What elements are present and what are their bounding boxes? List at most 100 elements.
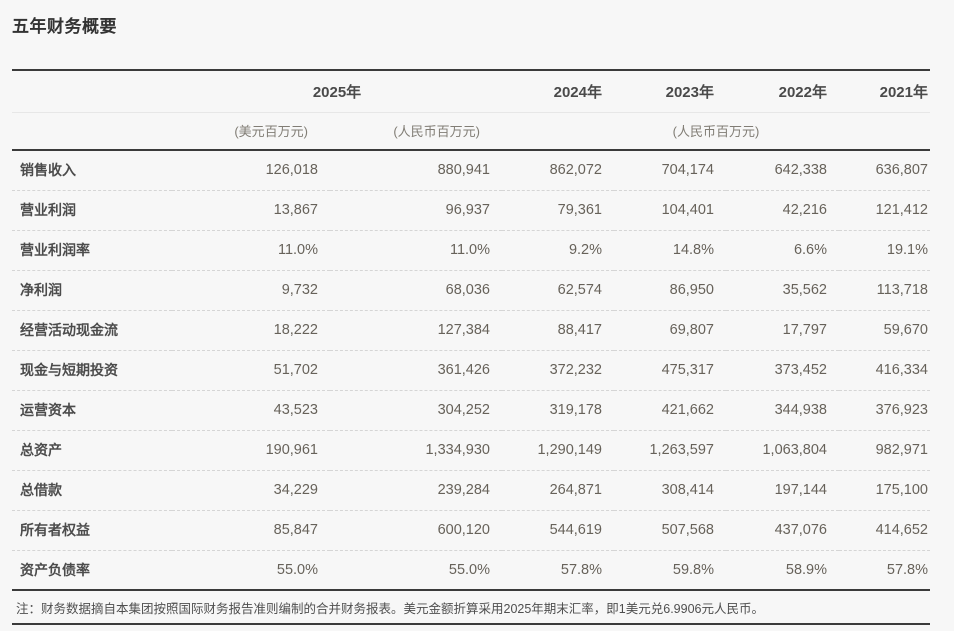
table-row-owners-equity: 所有者权益 85,847 600,120 544,619 507,568 437… [12, 509, 930, 550]
five-year-financial-table: 2025年 2024年 2023年 2022年 2021年 (美元百万元) (人… [12, 69, 930, 625]
footnote: 注：财务数据摘自本集团按照国际财务报告准则编制的合并财务报表。美元金额折算采用2… [12, 589, 930, 625]
page-title: 五年财务概要 [12, 17, 117, 36]
metric-value: 197,144 [726, 469, 839, 510]
metric-value: 126,018 [265, 162, 318, 179]
table-row-total-assets: 总资产 190,961 1,334,930 1,290,149 1,263,59… [12, 429, 930, 470]
metric-value: 11.0% [172, 229, 330, 270]
metric-label: 销售收入 [20, 162, 76, 179]
metric-label: 运营资本 [12, 389, 172, 430]
metric-value: 57.8% [839, 549, 930, 590]
metric-value: 35,562 [726, 269, 839, 310]
metric-value: 69,807 [614, 309, 726, 350]
table-row-operating-profit: 营业利润 13,867 96,937 79,361 104,401 42,216… [12, 189, 930, 230]
corner-cell [12, 112, 172, 151]
metric-value: 34,229 [172, 469, 330, 510]
year-header-2023: 2023年 [614, 70, 726, 113]
metric-value: 319,178 [502, 389, 614, 430]
metric-value: 507,568 [614, 509, 726, 550]
metric-value: 1,290,149 [502, 429, 614, 470]
metric-value: 9,732 [172, 269, 330, 310]
table-footer: 注：财务数据摘自本集团按照国际财务报告准则编制的合并财务报表。美元金额折算采用2… [12, 589, 930, 625]
metric-value: 42,216 [726, 189, 839, 230]
metric-value: 17,797 [726, 309, 839, 350]
metric-value: 104,401 [614, 189, 726, 230]
metric-value: 544,619 [502, 509, 614, 550]
year-header-2021: 2021年 [839, 70, 930, 113]
page: 五年财务概要 2025年 2024年 2023年 2022年 2021年 (美元… [0, 0, 954, 625]
table-row-operating-margin: 营业利润率 11.0% 11.0% 9.2% 14.8% 6.6% 19.1% [12, 229, 930, 270]
metric-value: 6.6% [726, 229, 839, 270]
table-row-debt-ratio: 资产负债率 55.0% 55.0% 57.8% 59.8% 58.9% 57.8… [12, 549, 930, 590]
metric-value: 55.0% [172, 549, 330, 590]
metric-value: 55.0% [330, 549, 502, 590]
metric-value: 9.2% [502, 229, 614, 270]
metric-value: 636,807 [875, 162, 928, 179]
metric-value: 704,174 [661, 162, 714, 179]
metric-value: 68,036 [330, 269, 502, 310]
metric-value: 880,941 [437, 162, 490, 179]
metric-value: 421,662 [614, 389, 726, 430]
metric-value: 361,426 [330, 349, 502, 390]
table-row-net-profit: 净利润 9,732 68,036 62,574 86,950 35,562 11… [12, 269, 930, 310]
year-header-2025: 2025年 [172, 70, 502, 113]
metric-label: 营业利润率 [12, 229, 172, 270]
table-row-working-capital: 运营资本 43,523 304,252 319,178 421,662 344,… [12, 389, 930, 430]
metric-value: 59,670 [839, 309, 930, 350]
year-header-2022: 2022年 [726, 70, 839, 113]
metric-value: 88,417 [502, 309, 614, 350]
metric-value: 58.9% [726, 549, 839, 590]
metric-value: 600,120 [330, 509, 502, 550]
metric-value: 85,847 [172, 509, 330, 550]
metric-value: 57.8% [502, 549, 614, 590]
table-row-total-borrowings: 总借款 34,229 239,284 264,871 308,414 197,1… [12, 469, 930, 510]
metric-value: 239,284 [330, 469, 502, 510]
metric-value: 19.1% [839, 229, 930, 270]
metric-value: 304,252 [330, 389, 502, 430]
table-row-operating-cash-flow: 经营活动现金流 18,222 127,384 88,417 69,807 17,… [12, 309, 930, 350]
metric-value: 264,871 [502, 469, 614, 510]
unit-header-rmb-prior-years: (人民币百万元) [502, 112, 930, 151]
metric-value: 190,961 [172, 429, 330, 470]
metric-value: 308,414 [614, 469, 726, 510]
table-header: 2025年 2024年 2023年 2022年 2021年 (美元百万元) (人… [12, 70, 930, 151]
unit-header-rmb-2025: (人民币百万元) [330, 112, 502, 151]
corner-cell [12, 70, 172, 113]
metric-label: 总资产 [12, 429, 172, 470]
metric-value: 1,063,804 [726, 429, 839, 470]
metric-value: 175,100 [839, 469, 930, 510]
table-body: 销售收入 126,018 880,941 862,072 704,174 642… [12, 150, 930, 590]
metric-value: 1,263,597 [614, 429, 726, 470]
metric-value: 862,072 [549, 162, 602, 179]
metric-label: 经营活动现金流 [12, 309, 172, 350]
metric-value: 373,452 [726, 349, 839, 390]
metric-label: 总借款 [12, 469, 172, 510]
metric-value: 79,361 [502, 189, 614, 230]
metric-value: 18,222 [172, 309, 330, 350]
metric-label: 资产负债率 [12, 549, 172, 590]
metric-value: 121,412 [839, 189, 930, 230]
metric-label: 营业利润 [12, 189, 172, 230]
metric-value: 372,232 [502, 349, 614, 390]
metric-value: 113,718 [839, 269, 930, 310]
metric-label: 净利润 [12, 269, 172, 310]
footnote-row: 注：财务数据摘自本集团按照国际财务报告准则编制的合并财务报表。美元金额折算采用2… [12, 589, 930, 625]
table-row-cash-short-term-investments: 现金与短期投资 51,702 361,426 372,232 475,317 3… [12, 349, 930, 390]
metric-value: 11.0% [330, 229, 502, 270]
metric-value: 96,937 [330, 189, 502, 230]
table-row-sales-revenue: 销售收入 126,018 880,941 862,072 704,174 642… [12, 150, 930, 190]
unit-header-row: (美元百万元) (人民币百万元) (人民币百万元) [12, 112, 930, 151]
year-header-row: 2025年 2024年 2023年 2022年 2021年 [12, 70, 930, 113]
metric-value: 416,334 [839, 349, 930, 390]
metric-value: 43,523 [172, 389, 330, 430]
metric-value: 642,338 [774, 162, 827, 179]
metric-value: 376,923 [839, 389, 930, 430]
metric-value: 14.8% [614, 229, 726, 270]
unit-header-usd: (美元百万元) [172, 112, 330, 151]
year-header-2024: 2024年 [502, 70, 614, 113]
metric-value: 13,867 [172, 189, 330, 230]
metric-value: 86,950 [614, 269, 726, 310]
metric-value: 51,702 [172, 349, 330, 390]
metric-value: 437,076 [726, 509, 839, 550]
metric-label: 现金与短期投资 [12, 349, 172, 390]
metric-value: 1,334,930 [330, 429, 502, 470]
